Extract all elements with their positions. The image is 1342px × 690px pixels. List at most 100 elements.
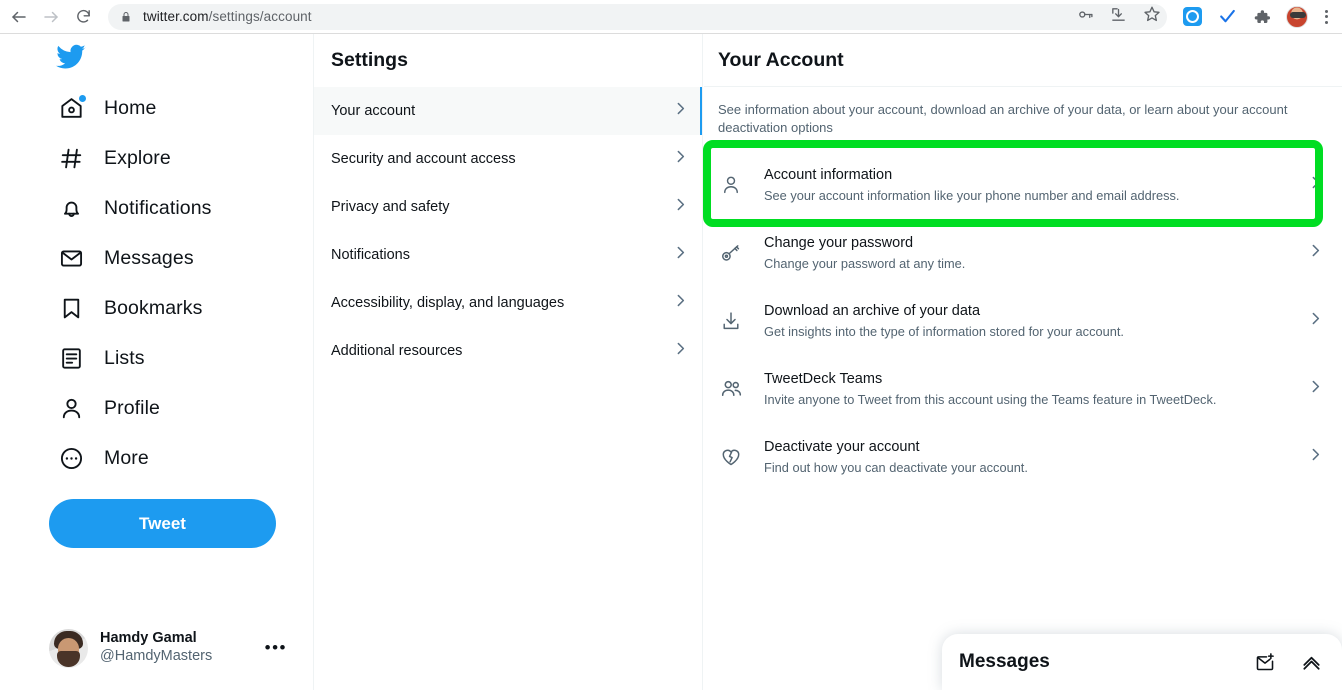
settings-item-label: Security and account access	[331, 151, 516, 167]
password-key-icon[interactable]	[1077, 6, 1094, 28]
sidebar-item-label: Notifications	[104, 196, 212, 219]
sidebar-item-notifications[interactable]: Notifications	[0, 183, 313, 233]
url-text: twitter.com/settings/account	[143, 9, 312, 24]
settings-column: Settings Your account Security and accou…	[313, 34, 703, 690]
new-message-envelope-icon[interactable]	[1252, 649, 1278, 675]
bell-icon	[58, 195, 85, 222]
settings-item-notifications[interactable]: Notifications	[314, 231, 702, 279]
chevron-right-icon	[1307, 310, 1328, 332]
account-row-title: TweetDeck Teams	[764, 370, 883, 387]
account-more-icon[interactable]: •••	[265, 638, 299, 658]
browser-extension-icons	[1167, 5, 1314, 28]
messages-dock[interactable]: Messages	[942, 634, 1342, 690]
chevron-right-icon	[672, 244, 689, 266]
page-title: Your Account	[704, 34, 1342, 87]
account-row-title: Download an archive of your data	[764, 302, 981, 319]
sidebar-item-messages[interactable]: Messages	[0, 233, 313, 283]
home-notification-dot	[79, 94, 86, 102]
account-row-tweetdeck-teams[interactable]: TweetDeck Teams Invite anyone to Tweet f…	[704, 355, 1342, 423]
forward-button[interactable]	[36, 2, 66, 32]
sidebar-item-label: Explore	[104, 146, 171, 169]
account-row-subtitle: Change your password at any time.	[764, 255, 966, 271]
account-row-subtitle: See your account information like your p…	[764, 187, 1180, 203]
envelope-icon	[58, 245, 85, 272]
sidebar-item-label: Home	[104, 96, 157, 119]
settings-item-label: Your account	[331, 103, 416, 119]
back-arrow-icon	[10, 8, 28, 26]
sidebar-item-lists[interactable]: Lists	[0, 333, 313, 383]
blue-circle-extension-icon[interactable]	[1181, 6, 1203, 28]
settings-title: Settings	[331, 49, 408, 71]
bookmark-star-icon[interactable]	[1143, 5, 1161, 28]
hashtag-icon	[58, 145, 85, 172]
chevron-right-icon	[672, 100, 689, 122]
list-icon	[58, 345, 85, 372]
nav-list: Home Explore Notifications Messages Book…	[0, 83, 313, 483]
chrome-profile-avatar[interactable]	[1286, 5, 1308, 28]
settings-item-your-account[interactable]: Your account	[314, 87, 702, 135]
account-row-change-your-password[interactable]: Change your password Change your passwor…	[704, 219, 1342, 287]
bookmark-icon	[58, 295, 85, 322]
account-row-download-an-archive-of-your-data[interactable]: Download an archive of your data Get ins…	[704, 287, 1342, 355]
sidebar-item-profile[interactable]: Profile	[0, 383, 313, 433]
people-group-icon	[718, 376, 744, 402]
chevron-right-icon	[672, 340, 689, 362]
account-row-subtitle: Get insights into the type of informatio…	[764, 323, 1124, 339]
sidebar-item-explore[interactable]: Explore	[0, 133, 313, 183]
account-row-subtitle: Invite anyone to Tweet from this account…	[764, 391, 1217, 407]
messages-dock-actions	[1252, 649, 1324, 675]
reload-button[interactable]	[68, 2, 98, 32]
key-icon	[718, 240, 744, 266]
chevron-right-icon	[672, 292, 689, 314]
account-row-title: Account information	[764, 166, 893, 183]
chevron-right-icon	[1307, 378, 1328, 400]
address-bar[interactable]: twitter.com/settings/account	[108, 3, 1167, 30]
settings-item-privacy-and-safety[interactable]: Privacy and safety	[314, 183, 702, 231]
sidebar-item-bookmarks[interactable]: Bookmarks	[0, 283, 313, 333]
url-path: /settings/account	[208, 9, 312, 24]
settings-item-label: Additional resources	[331, 343, 463, 359]
chevron-right-icon	[1307, 174, 1328, 196]
profile-handle: @HamdyMasters	[100, 648, 213, 664]
chevron-up-icon[interactable]	[1298, 649, 1324, 675]
panel-description: See information about your account, down…	[718, 102, 1288, 136]
account-switcher[interactable]: Hamdy Gamal @HamdyMasters •••	[49, 620, 299, 676]
account-row-text: Account information See your account inf…	[764, 166, 1287, 204]
account-row-deactivate-your-account[interactable]: Deactivate your account Find out how you…	[704, 423, 1342, 491]
sidebar-item-more[interactable]: More	[0, 433, 313, 483]
person-icon	[718, 172, 744, 198]
sidebar-item-home[interactable]: Home	[0, 83, 313, 133]
chevron-right-icon	[1307, 242, 1328, 264]
install-app-icon[interactable]	[1110, 6, 1127, 28]
person-icon	[58, 395, 85, 422]
your-account-panel: Your Account See information about your …	[703, 34, 1342, 690]
more-circle-icon	[58, 445, 85, 472]
twitter-bird-logo[interactable]	[0, 34, 313, 77]
profile-display-name: Hamdy Gamal	[100, 630, 197, 647]
settings-item-security-and-account-access[interactable]: Security and account access	[314, 135, 702, 183]
home-icon	[58, 94, 86, 122]
chevron-right-icon	[672, 196, 689, 218]
broken-heart-icon	[718, 444, 744, 470]
settings-item-accessibility-display-and-languages[interactable]: Accessibility, display, and languages	[314, 279, 702, 327]
chrome-menu-kebab-icon[interactable]	[1314, 5, 1338, 29]
forward-arrow-icon	[42, 8, 60, 26]
settings-item-label: Notifications	[331, 247, 410, 263]
chevron-right-icon	[1307, 446, 1328, 468]
settings-item-label: Privacy and safety	[331, 199, 450, 215]
account-row-subtitle: Find out how you can deactivate your acc…	[764, 459, 1028, 475]
puzzle-piece-icon[interactable]	[1251, 6, 1273, 28]
tweet-button[interactable]: Tweet	[49, 499, 276, 548]
back-button[interactable]	[4, 2, 34, 32]
account-row-account-information[interactable]: Account information See your account inf…	[704, 151, 1342, 219]
reload-icon	[75, 8, 92, 25]
chevron-right-icon	[672, 148, 689, 170]
avatar	[49, 628, 88, 668]
messages-dock-title: Messages	[959, 651, 1050, 672]
twitter-page: Home Explore Notifications Messages Book…	[0, 34, 1342, 690]
settings-item-additional-resources[interactable]: Additional resources	[314, 327, 702, 375]
lock-icon	[120, 10, 132, 24]
blue-check-extension-icon[interactable]	[1216, 6, 1238, 28]
sidebar-item-label: More	[104, 446, 149, 469]
account-row-title: Change your password	[764, 234, 914, 251]
